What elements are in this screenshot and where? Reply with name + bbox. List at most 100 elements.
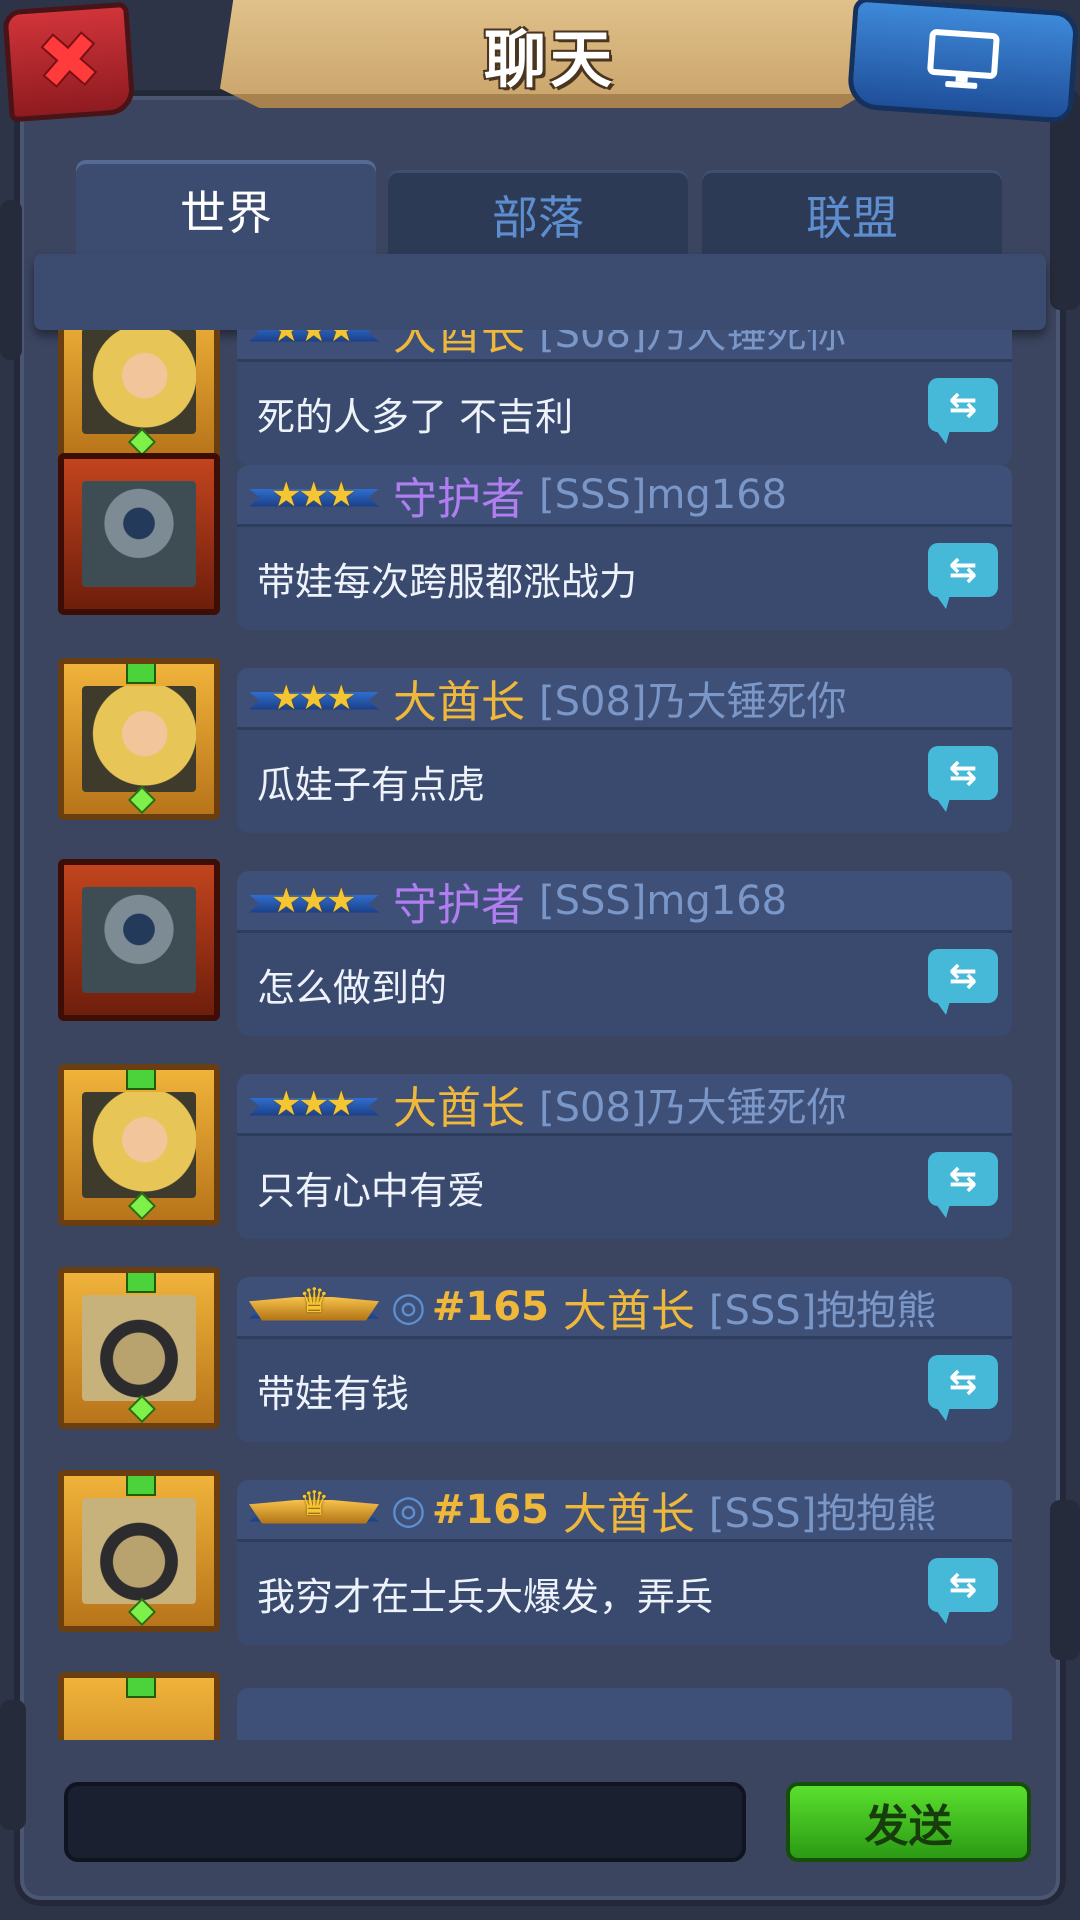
swap-arrows-icon: ⇆: [948, 550, 978, 590]
three-stars-icon: ★★★: [271, 474, 356, 515]
crown-icon: ♛: [299, 1280, 330, 1321]
message-text: 瓜娃子有点虎: [257, 763, 486, 807]
share-button[interactable]: ⇆: [928, 746, 998, 812]
message-text: 带娃有钱: [257, 1372, 410, 1416]
rock-decoration: [1050, 90, 1080, 310]
avatar-motorbike: [82, 887, 196, 993]
player-name[interactable]: [S08]乃大锤死你: [539, 669, 847, 727]
avatar-blonde-chief: [82, 1092, 196, 1198]
tab-alliance[interactable]: 联盟: [702, 170, 1002, 260]
send-button-label: 发送: [864, 1801, 953, 1852]
monitor-button[interactable]: [846, 0, 1080, 124]
list-item: ★★★ 守护者 [SSS]mg168 怎么做到的 ⇆: [50, 859, 1035, 1041]
rank-badge: ★★★: [249, 678, 379, 718]
swap-arrows-icon: ⇆: [948, 956, 978, 996]
rank-badge: ♛: [249, 1281, 379, 1327]
rank-badge: ★★★: [249, 1084, 379, 1124]
tab-world-label: 世界: [180, 186, 272, 240]
avatar-blonde-chief: [82, 686, 196, 792]
avatar[interactable]: [58, 330, 220, 462]
player-name[interactable]: [S08]乃大锤死你: [539, 1075, 847, 1133]
message-bubble: ★★★ 大酋长 [S08]乃大锤死你 死的人多了 不吉利 ⇆: [237, 330, 1012, 465]
avatar[interactable]: [58, 1672, 220, 1740]
message-header: ♛ ◎ #165 大酋长 [SSS]抱抱熊: [237, 1277, 1012, 1339]
rank-badge: ♛: [249, 1484, 379, 1530]
share-button[interactable]: ⇆: [928, 949, 998, 1015]
share-button[interactable]: ⇆: [928, 543, 998, 609]
avatar[interactable]: [58, 658, 220, 820]
player-title: 守护者: [393, 879, 525, 931]
avatar[interactable]: [58, 1064, 220, 1226]
crown-icon: ♛: [299, 1483, 330, 1524]
tab-alliance-label: 联盟: [806, 191, 898, 245]
list-item: ★★★ 守护者 [SSS]mg168 带娃每次跨服都涨战力 ⇆: [50, 453, 1035, 635]
message-list[interactable]: ★★★ 大酋长 [S08]乃大锤死你 死的人多了 不吉利 ⇆ ★★★ 守护者 […: [50, 330, 1035, 1740]
top-gem-icon: [126, 1070, 156, 1090]
rank-badge: ★★★: [249, 330, 379, 350]
share-button[interactable]: ⇆: [928, 1355, 998, 1421]
three-stars-icon: ★★★: [271, 880, 356, 921]
player-name[interactable]: [S08]乃大锤死你: [539, 330, 847, 359]
top-gem-icon: [126, 664, 156, 684]
player-title: 大酋长: [393, 1082, 525, 1134]
tab-tribe-label: 部落: [492, 191, 584, 245]
player-name[interactable]: [SSS]抱抱熊: [709, 1481, 936, 1539]
avatar[interactable]: [58, 1470, 220, 1632]
player-title: 大酋长: [393, 676, 525, 728]
share-button[interactable]: ⇆: [928, 378, 998, 444]
player-title: 守护者: [393, 473, 525, 525]
message-header: ★★★ 大酋长 [S08]乃大锤死你: [237, 1074, 1012, 1136]
avatar[interactable]: [58, 859, 220, 1021]
message-bubble: ★★★ 守护者 [SSS]mg168 怎么做到的 ⇆: [237, 871, 1012, 1036]
avatar[interactable]: [58, 1267, 220, 1429]
player-title: 大酋长: [562, 1285, 695, 1337]
rank-badge: ★★★: [249, 881, 379, 921]
share-button[interactable]: ⇆: [928, 1152, 998, 1218]
avatar-bear: [82, 1498, 196, 1604]
rock-decoration: [0, 1700, 26, 1830]
tab-world[interactable]: 世界: [76, 160, 376, 260]
message-text: 死的人多了 不吉利: [257, 395, 574, 439]
message-bubble: ★★★ 守护者 [SSS]mg168 带娃每次跨服都涨战力 ⇆: [237, 465, 1012, 630]
share-button[interactable]: ⇆: [928, 1558, 998, 1624]
three-stars-icon: ★★★: [271, 330, 356, 350]
close-x-icon: ✖: [32, 14, 105, 110]
list-item: ★★★ 大酋长 [S08]乃大锤死你 瓜娃子有点虎 ⇆: [50, 658, 1035, 838]
top-gem-icon: [126, 1273, 156, 1293]
list-item: ♛ ◎ #165 大酋长 [SSS]抱抱熊 带娃有钱 ⇆: [50, 1267, 1035, 1447]
send-button[interactable]: 发送: [786, 1782, 1031, 1862]
chat-tabs: 世界 部落 联盟: [70, 160, 1005, 260]
list-item: ★★★ 大酋长 [S08]乃大锤死你 只有心中有爱 ⇆: [50, 1064, 1035, 1244]
list-item: ★★★ 大酋长 [S08]乃大锤死你 死的人多了 不吉利 ⇆: [50, 330, 1035, 465]
player-name[interactable]: [SSS]抱抱熊: [709, 1278, 936, 1336]
player-name[interactable]: [SSS]mg168: [539, 472, 787, 518]
page-title: 聊天: [483, 23, 616, 96]
rank-number: #165: [431, 1283, 549, 1330]
chat-input[interactable]: [64, 1782, 746, 1862]
list-item: [50, 1672, 1035, 1740]
message-header: ♛ ◎ #165 大酋长 [SSS]抱抱熊: [237, 1480, 1012, 1542]
message-bubble: [237, 1688, 1012, 1740]
message-bubble: ♛ ◎ #165 大酋长 [SSS]抱抱熊 我穷才在士兵大爆发，弄兵 ⇆: [237, 1480, 1012, 1645]
message-bubble: ♛ ◎ #165 大酋长 [SSS]抱抱熊 带娃有钱 ⇆: [237, 1277, 1012, 1442]
player-name[interactable]: [SSS]mg168: [539, 878, 787, 924]
message-text: 怎么做到的: [257, 966, 448, 1010]
tab-tribe[interactable]: 部落: [388, 170, 688, 260]
top-gem-icon: [126, 1678, 156, 1698]
swap-arrows-icon: ⇆: [948, 1565, 978, 1605]
close-button[interactable]: ✖: [2, 1, 136, 123]
rank-number: #165: [431, 1486, 549, 1533]
monitor-icon: [927, 29, 1000, 89]
avatar[interactable]: [58, 453, 220, 615]
title-banner: 聊天: [220, 0, 880, 108]
target-icon: ◎: [391, 1283, 426, 1330]
avatar-blonde-chief: [82, 330, 196, 434]
message-header: ★★★ 守护者 [SSS]mg168: [237, 465, 1012, 527]
message-bubble: ★★★ 大酋长 [S08]乃大锤死你 瓜娃子有点虎 ⇆: [237, 668, 1012, 833]
swap-arrows-icon: ⇆: [948, 1159, 978, 1199]
swap-arrows-icon: ⇆: [948, 753, 978, 793]
avatar-bear: [82, 1295, 196, 1401]
list-item: ♛ ◎ #165 大酋长 [SSS]抱抱熊 我穷才在士兵大爆发，弄兵 ⇆: [50, 1470, 1035, 1650]
three-stars-icon: ★★★: [271, 1083, 356, 1124]
message-bubble: ★★★ 大酋长 [S08]乃大锤死你 只有心中有爱 ⇆: [237, 1074, 1012, 1239]
